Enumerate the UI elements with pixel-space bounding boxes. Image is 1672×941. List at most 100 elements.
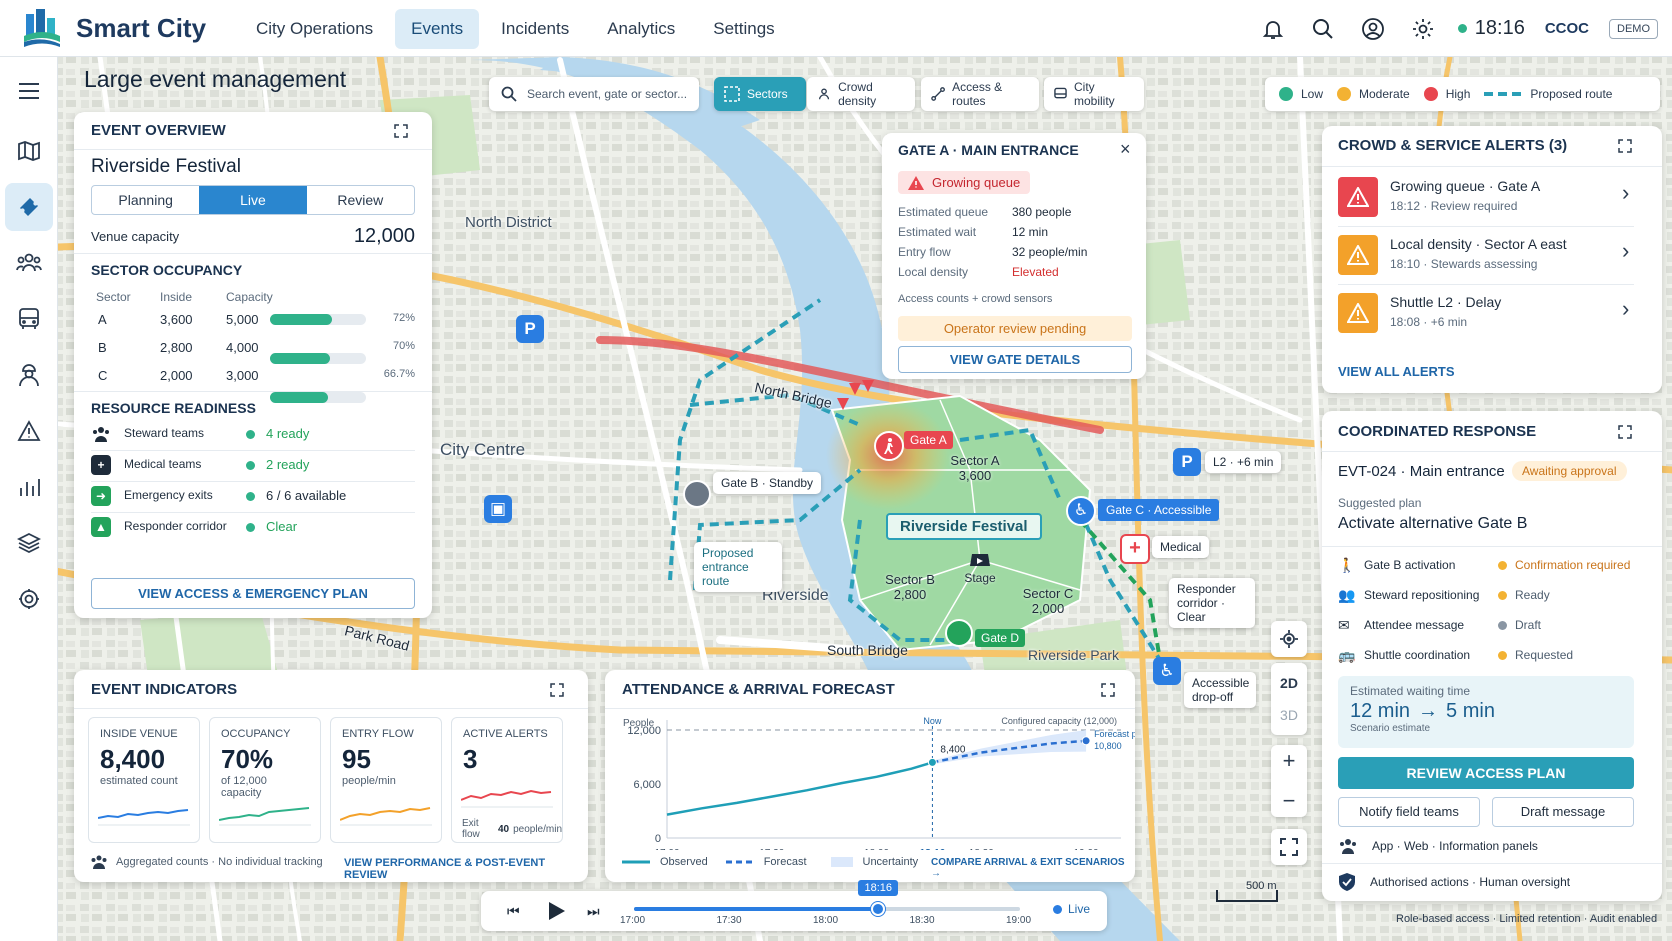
bus-icon[interactable] bbox=[5, 295, 53, 343]
medical-label[interactable]: Medical bbox=[1152, 536, 1210, 558]
live-indicator[interactable]: Live bbox=[1053, 902, 1090, 916]
expand-icon[interactable] bbox=[1101, 683, 1115, 697]
skip-forward-icon[interactable]: ⏭ bbox=[587, 903, 600, 920]
map-search[interactable]: Search event, gate or sector... bbox=[489, 77, 699, 111]
layer-city-mobility[interactable]: City mobility bbox=[1044, 77, 1144, 111]
tab-planning[interactable]: Planning bbox=[92, 186, 199, 214]
wheelchair-icon[interactable]: ♿ bbox=[1066, 496, 1096, 526]
district-riverside-park: Riverside Park bbox=[1028, 647, 1120, 663]
gate-a-label[interactable]: Gate A bbox=[904, 431, 953, 449]
expand-icon[interactable] bbox=[550, 683, 564, 697]
play-icon[interactable] bbox=[549, 902, 565, 920]
peak-label: Forecast peak bbox=[1094, 729, 1135, 739]
gate-d-label[interactable]: Gate D bbox=[975, 629, 1026, 647]
gate-a-popup: GATE A · MAIN ENTRANCE × Growing queue A… bbox=[882, 133, 1146, 379]
performance-review-link[interactable]: VIEW PERFORMANCE & POST-EVENT REVIEW bbox=[344, 857, 588, 881]
zoom-controls: + − bbox=[1271, 745, 1307, 817]
view-3d-button[interactable]: 3D bbox=[1280, 707, 1298, 723]
response-action-row[interactable]: 🚌 Shuttle coordination Requested bbox=[1338, 641, 1638, 669]
sector-a-label[interactable]: Sector A 3,600 bbox=[945, 453, 1005, 483]
zoom-out-icon[interactable]: − bbox=[1283, 788, 1296, 814]
gate-b-label[interactable]: Gate B · Standby bbox=[713, 472, 822, 494]
responder-icon[interactable] bbox=[5, 351, 53, 399]
sector-b-label[interactable]: Sector B 2,800 bbox=[880, 572, 940, 602]
people-icon[interactable] bbox=[5, 239, 53, 287]
tab-live[interactable]: Live bbox=[199, 186, 307, 214]
review-access-plan-button[interactable]: REVIEW ACCESS PLAN bbox=[1338, 757, 1634, 789]
timeline-player: ⏮ ⏭ 18:16 Live 17:00 17:30 18:00 18:30 19:00 bbox=[481, 880, 1107, 931]
alert-item[interactable]: Growing queue · Gate A 18:12 · Review req… bbox=[1338, 170, 1634, 228]
layer-sectors[interactable]: Sectors bbox=[714, 77, 806, 111]
zoom-in-icon[interactable]: + bbox=[1283, 748, 1296, 774]
fullscreen-icon[interactable] bbox=[1271, 829, 1307, 865]
y-tick-label: 12,000 bbox=[627, 725, 661, 737]
medical-icon[interactable]: + bbox=[1120, 534, 1150, 564]
row-divider bbox=[91, 450, 415, 451]
view-mode-toggle[interactable]: 2D 3D bbox=[1271, 663, 1307, 735]
legend-low-swatch bbox=[1279, 87, 1293, 101]
settings-gear-icon[interactable] bbox=[5, 575, 53, 623]
view-access-plan-button[interactable]: VIEW ACCESS & EMERGENCY PLAN bbox=[91, 578, 415, 609]
legend-high: High bbox=[1445, 87, 1471, 101]
crowd-icon bbox=[818, 88, 830, 100]
parking-l2-icon[interactable]: P bbox=[1173, 448, 1201, 476]
bus-stop-icon[interactable]: ▣ bbox=[484, 495, 512, 523]
parking-l2-label: L2 · +6 min bbox=[1205, 451, 1282, 473]
sectors-icon bbox=[724, 86, 740, 102]
nav-events[interactable]: Events bbox=[395, 8, 480, 49]
bell-icon[interactable] bbox=[1258, 14, 1288, 44]
readiness-header: RESOURCE READINESS bbox=[91, 400, 256, 416]
alert-item[interactable]: Shuttle L2 · Delay 18:08 · +6 min › bbox=[1338, 286, 1634, 344]
search-icon[interactable] bbox=[1308, 14, 1338, 44]
gate-stat-value: 12 min bbox=[1012, 225, 1049, 239]
skip-back-icon[interactable]: ⏮ bbox=[507, 903, 520, 920]
festival-label[interactable]: Riverside Festival bbox=[886, 513, 1042, 540]
nav-analytics[interactable]: Analytics bbox=[591, 9, 691, 49]
sector-c-label[interactable]: Sector C 2,000 bbox=[1018, 586, 1078, 616]
compare-scenarios-link[interactable]: COMPARE ARRIVAL & EXIT SCENARIOS → bbox=[931, 857, 1135, 879]
expand-icon[interactable] bbox=[1618, 139, 1632, 153]
view-2d-button[interactable]: 2D bbox=[1280, 675, 1298, 691]
alert-warning-icon bbox=[1338, 177, 1378, 217]
chart-icon[interactable] bbox=[5, 463, 53, 511]
draft-message-button[interactable]: Draft message bbox=[1492, 797, 1634, 827]
response-action-row[interactable]: 🚶 Gate B activation Confirmation required bbox=[1338, 551, 1638, 579]
layers-icon[interactable] bbox=[5, 519, 53, 567]
response-action-row[interactable]: ✉ Attendee message Draft bbox=[1338, 611, 1638, 639]
nav-settings[interactable]: Settings bbox=[697, 9, 790, 49]
map-icon[interactable] bbox=[5, 127, 53, 175]
gate-a-marker[interactable] bbox=[874, 431, 904, 461]
layer-sectors-label: Sectors bbox=[747, 87, 788, 101]
parking-icon[interactable]: P bbox=[516, 315, 544, 343]
nav-incidents[interactable]: Incidents bbox=[485, 9, 585, 49]
notify-field-teams-button[interactable]: Notify field teams bbox=[1338, 797, 1480, 827]
layer-crowd-density[interactable]: Crowd density bbox=[807, 77, 915, 111]
search-input[interactable]: Search event, gate or sector... bbox=[527, 87, 687, 101]
alert-warning-icon bbox=[1338, 235, 1378, 275]
tab-review[interactable]: Review bbox=[307, 186, 414, 214]
nav-city-operations[interactable]: City Operations bbox=[240, 9, 389, 49]
gate-b-marker[interactable] bbox=[683, 480, 711, 508]
timeline-handle[interactable] bbox=[871, 902, 886, 916]
view-all-alerts-link[interactable]: VIEW ALL ALERTS bbox=[1338, 364, 1455, 379]
gate-c-label[interactable]: Gate C · Accessible bbox=[1098, 499, 1220, 521]
dropoff-icon[interactable]: ♿ bbox=[1153, 657, 1181, 685]
expand-icon[interactable] bbox=[1618, 425, 1632, 439]
stage-marker[interactable]: Stage bbox=[960, 550, 1000, 585]
timeline-tick: 18:30 bbox=[909, 915, 935, 926]
user-icon[interactable] bbox=[1358, 14, 1388, 44]
menu-icon[interactable] bbox=[5, 67, 53, 115]
locate-icon[interactable] bbox=[1271, 621, 1307, 657]
gate-d-marker[interactable] bbox=[945, 619, 973, 647]
view-gate-details-button[interactable]: VIEW GATE DETAILS bbox=[898, 346, 1132, 373]
layer-access-routes[interactable]: Access & routes bbox=[921, 77, 1039, 111]
ticket-icon[interactable] bbox=[5, 183, 53, 231]
expand-icon[interactable] bbox=[394, 124, 408, 138]
close-icon[interactable]: × bbox=[1120, 139, 1131, 160]
gear-icon[interactable] bbox=[1408, 14, 1438, 44]
response-action-row[interactable]: 👥 Steward repositioning Ready bbox=[1338, 581, 1638, 609]
warning-icon[interactable] bbox=[5, 407, 53, 455]
alert-item[interactable]: Local density · Sector A east 18:10 · Ste… bbox=[1338, 228, 1634, 286]
brand[interactable]: Smart City bbox=[20, 6, 206, 50]
action-status: Confirmation required bbox=[1515, 558, 1631, 572]
